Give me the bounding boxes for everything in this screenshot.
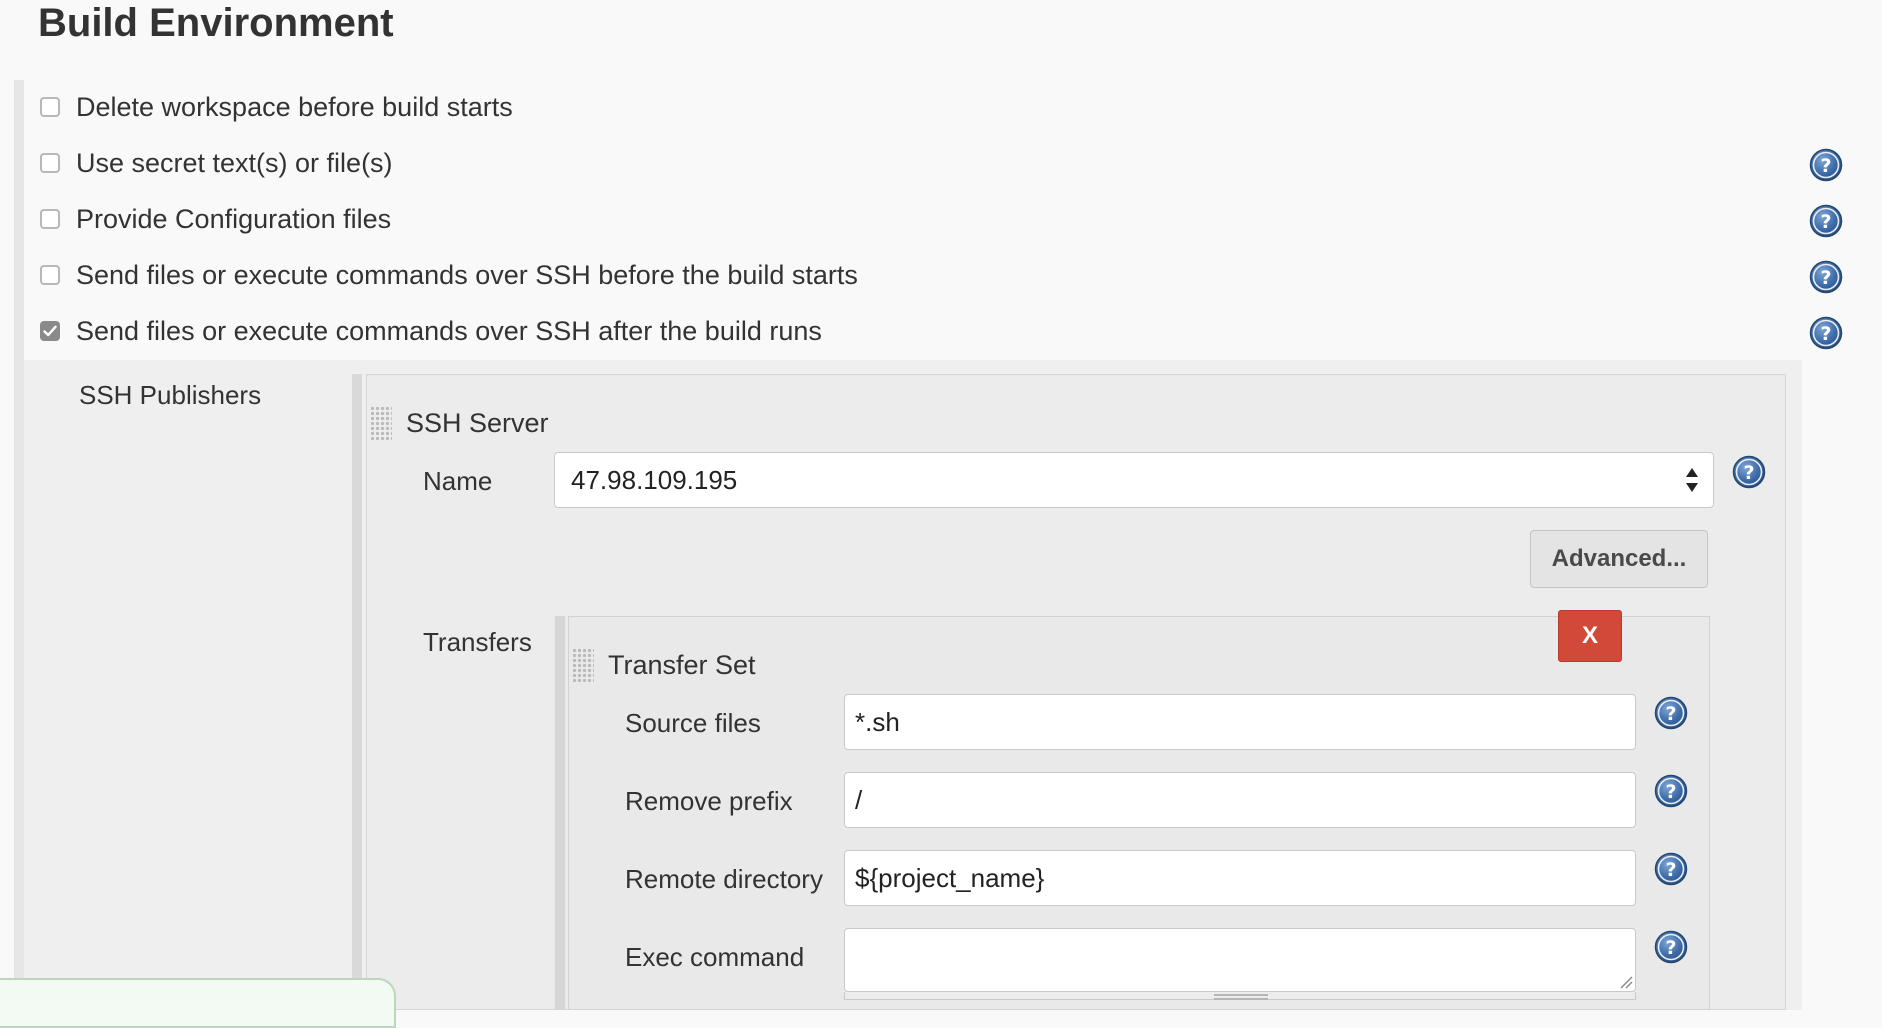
drag-handle-icon[interactable] bbox=[572, 648, 594, 682]
ssh-publishers-label: SSH Publishers bbox=[79, 380, 262, 410]
select-arrows-icon bbox=[1686, 468, 1698, 492]
option-secret-text[interactable]: Use secret text(s) or file(s) bbox=[40, 143, 393, 183]
section-left-bar bbox=[14, 80, 24, 1010]
option-ssh-after[interactable]: Send files or execute commands over SSH … bbox=[40, 311, 822, 351]
secret-text-checkbox[interactable] bbox=[40, 153, 60, 173]
ssh-before-checkbox[interactable] bbox=[40, 265, 60, 285]
option-config-files[interactable]: Provide Configuration files bbox=[40, 199, 391, 239]
exec-command-textarea[interactable] bbox=[844, 928, 1636, 992]
remote-directory-value: ${project_name} bbox=[855, 862, 1045, 893]
option-delete-workspace[interactable]: Delete workspace before build starts bbox=[40, 87, 513, 127]
transfer-set-title: Transfer Set bbox=[608, 650, 756, 680]
source-files-value: *.sh bbox=[855, 706, 900, 737]
server-name-label: Name bbox=[423, 466, 493, 496]
bottom-tab bbox=[0, 978, 396, 1028]
remote-directory-input[interactable]: ${project_name} bbox=[844, 850, 1636, 906]
server-name-value: 47.98.109.195 bbox=[571, 464, 738, 495]
section-title: Build Environment bbox=[38, 1, 394, 45]
server-name-select[interactable]: 47.98.109.195 bbox=[554, 452, 1714, 508]
option-label: Provide Configuration files bbox=[76, 203, 392, 234]
option-ssh-before[interactable]: Send files or execute commands over SSH … bbox=[40, 255, 858, 295]
remove-prefix-value: / bbox=[855, 784, 863, 815]
delete-transfer-button[interactable]: X bbox=[1558, 610, 1622, 662]
expand-handle-icon[interactable] bbox=[1214, 994, 1268, 1000]
help-icon[interactable] bbox=[1809, 148, 1843, 182]
transfers-bar bbox=[555, 616, 565, 1010]
help-icon[interactable] bbox=[1809, 316, 1843, 350]
help-icon[interactable] bbox=[1809, 204, 1843, 238]
ssh-publishers-bar bbox=[352, 374, 362, 1010]
help-icon[interactable] bbox=[1654, 930, 1688, 964]
checkmark-icon bbox=[43, 325, 57, 337]
delete-workspace-checkbox[interactable] bbox=[40, 97, 60, 117]
drag-handle-icon[interactable] bbox=[370, 406, 392, 440]
transfers-label: Transfers bbox=[423, 627, 532, 657]
ssh-after-checkbox[interactable] bbox=[40, 321, 60, 341]
help-icon[interactable] bbox=[1732, 455, 1766, 489]
remote-directory-label: Remote directory bbox=[625, 864, 823, 894]
remove-prefix-label: Remove prefix bbox=[625, 786, 793, 816]
source-files-input[interactable]: *.sh bbox=[844, 694, 1636, 750]
resize-grip-icon[interactable] bbox=[1617, 973, 1633, 989]
help-icon[interactable] bbox=[1654, 696, 1688, 730]
option-label: Send files or execute commands over SSH … bbox=[76, 259, 858, 290]
source-files-label: Source files bbox=[625, 708, 761, 738]
option-label: Delete workspace before build starts bbox=[76, 91, 513, 122]
option-label: Use secret text(s) or file(s) bbox=[76, 147, 393, 178]
option-label: Send files or execute commands over SSH … bbox=[76, 315, 822, 346]
remove-prefix-input[interactable]: / bbox=[844, 772, 1636, 828]
exec-command-label: Exec command bbox=[625, 942, 805, 972]
help-icon[interactable] bbox=[1809, 260, 1843, 294]
help-icon[interactable] bbox=[1654, 774, 1688, 808]
config-files-checkbox[interactable] bbox=[40, 209, 60, 229]
advanced-button[interactable]: Advanced... bbox=[1530, 530, 1708, 588]
ssh-server-title: SSH Server bbox=[406, 408, 549, 438]
help-icon[interactable] bbox=[1654, 852, 1688, 886]
